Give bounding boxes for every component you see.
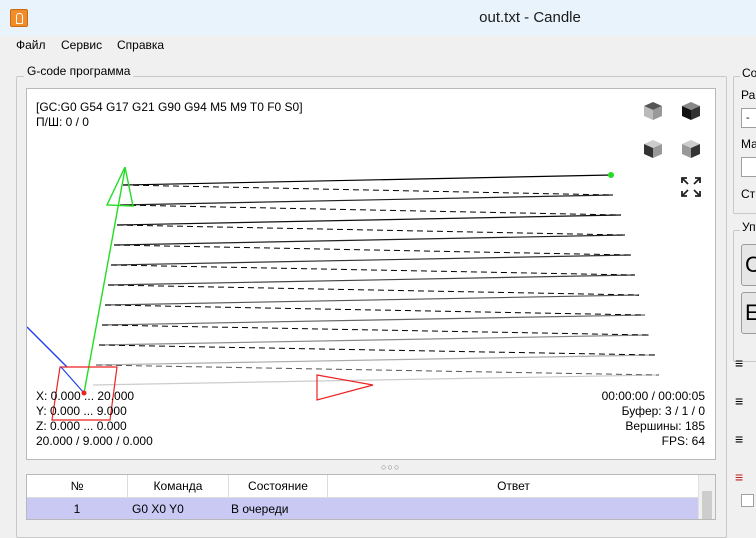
- y-axis: [83, 166, 134, 394]
- control-group-title: Уп: [740, 220, 756, 234]
- work-coords-label: Ра: [741, 88, 756, 102]
- menu-file[interactable]: Файл: [14, 38, 48, 52]
- view-left-button[interactable]: [677, 135, 705, 163]
- view-top-button[interactable]: [677, 97, 705, 125]
- viewer-table-splitter[interactable]: ○○○: [26, 460, 714, 472]
- toolpath-end-point: [608, 172, 614, 178]
- program-table[interactable]: № Команда Состояние Ответ 1 G0 X0 Y0 В о…: [26, 474, 716, 520]
- cell-command: G0 X0 Y0: [132, 502, 184, 516]
- cube-left-icon: [682, 140, 700, 158]
- column-header-state[interactable]: Состояние: [229, 475, 328, 497]
- menu-service[interactable]: Сервис: [59, 38, 104, 52]
- collapsed-group-2-icon[interactable]: ≡: [735, 394, 743, 408]
- toolpath-viewer[interactable]: [GC:G0 G54 G17 G21 G90 G94 M5 M9 T0 F0 S…: [26, 88, 716, 460]
- splitter-handle-icon: ○○○: [381, 462, 401, 472]
- column-header-command[interactable]: Команда: [128, 475, 229, 497]
- machine-coords-label: Ма: [741, 137, 756, 151]
- collapsed-group-1-icon[interactable]: ≡: [735, 356, 743, 370]
- spindle-feed-state: П/Ш: 0 / 0: [36, 115, 89, 129]
- expand-icon: [681, 177, 701, 197]
- vertex-count: Вершины: 185: [625, 419, 705, 433]
- fps-counter: FPS: 64: [661, 434, 705, 448]
- window-title: out.txt - Candle: [479, 9, 581, 26]
- table-scrollbar-thumb[interactable]: [702, 491, 712, 519]
- machine-coords-field[interactable]: [741, 157, 756, 177]
- collapsed-group-3-icon[interactable]: ≡: [735, 432, 743, 446]
- column-header-number[interactable]: №: [27, 475, 128, 497]
- cell-number: 1: [73, 502, 81, 516]
- fit-view-button[interactable]: [677, 173, 705, 201]
- cell-response: [332, 498, 692, 519]
- view-front-button[interactable]: [639, 135, 667, 163]
- cell-state: В очереди: [231, 502, 289, 516]
- buffer-state: Буфер: 3 / 1 / 0: [621, 404, 705, 418]
- bounds-x: X: 0.000 ... 20.000: [36, 389, 135, 403]
- table-scrollbar[interactable]: [698, 475, 715, 519]
- cube-front-icon: [644, 140, 662, 158]
- bounds-z: Z: 0.000 ... 0.000: [36, 419, 127, 433]
- menu-bar: Файл Сервис Справка: [0, 36, 756, 56]
- option-checkbox[interactable]: [741, 494, 754, 507]
- cube-isometric-icon: [644, 102, 662, 120]
- home-button[interactable]: С: [741, 244, 756, 286]
- parser-state: [GC:G0 G54 G17 G21 G90 G94 M5 M9 T0 F0 S…: [36, 100, 303, 114]
- table-header: № Команда Состояние Ответ: [27, 475, 699, 498]
- collapsed-group-4-icon[interactable]: ≡: [735, 470, 743, 484]
- table-row[interactable]: 1 G0 X0 Y0 В очереди: [27, 498, 699, 519]
- work-coords-field[interactable]: -: [741, 108, 756, 128]
- cube-top-icon: [682, 102, 700, 120]
- program-time: 00:00:00 / 00:00:05: [601, 389, 705, 403]
- bounds-y: Y: 0.000 ... 9.000: [36, 404, 127, 418]
- state-group-title: Со: [740, 66, 756, 80]
- menu-help[interactable]: Справка: [115, 38, 166, 52]
- status-label: Ст: [741, 187, 756, 201]
- unlock-button[interactable]: Е: [741, 292, 756, 334]
- gcode-program-group-title: G-code программа: [24, 64, 134, 78]
- title-bar: out.txt - Candle: [0, 0, 756, 37]
- x-axis-arrow: [316, 374, 374, 401]
- view-isometric-button[interactable]: [639, 97, 667, 125]
- column-header-response[interactable]: Ответ: [328, 475, 699, 497]
- bounds-size: 20.000 / 9.000 / 0.000: [36, 434, 153, 448]
- z-axis: [27, 326, 68, 368]
